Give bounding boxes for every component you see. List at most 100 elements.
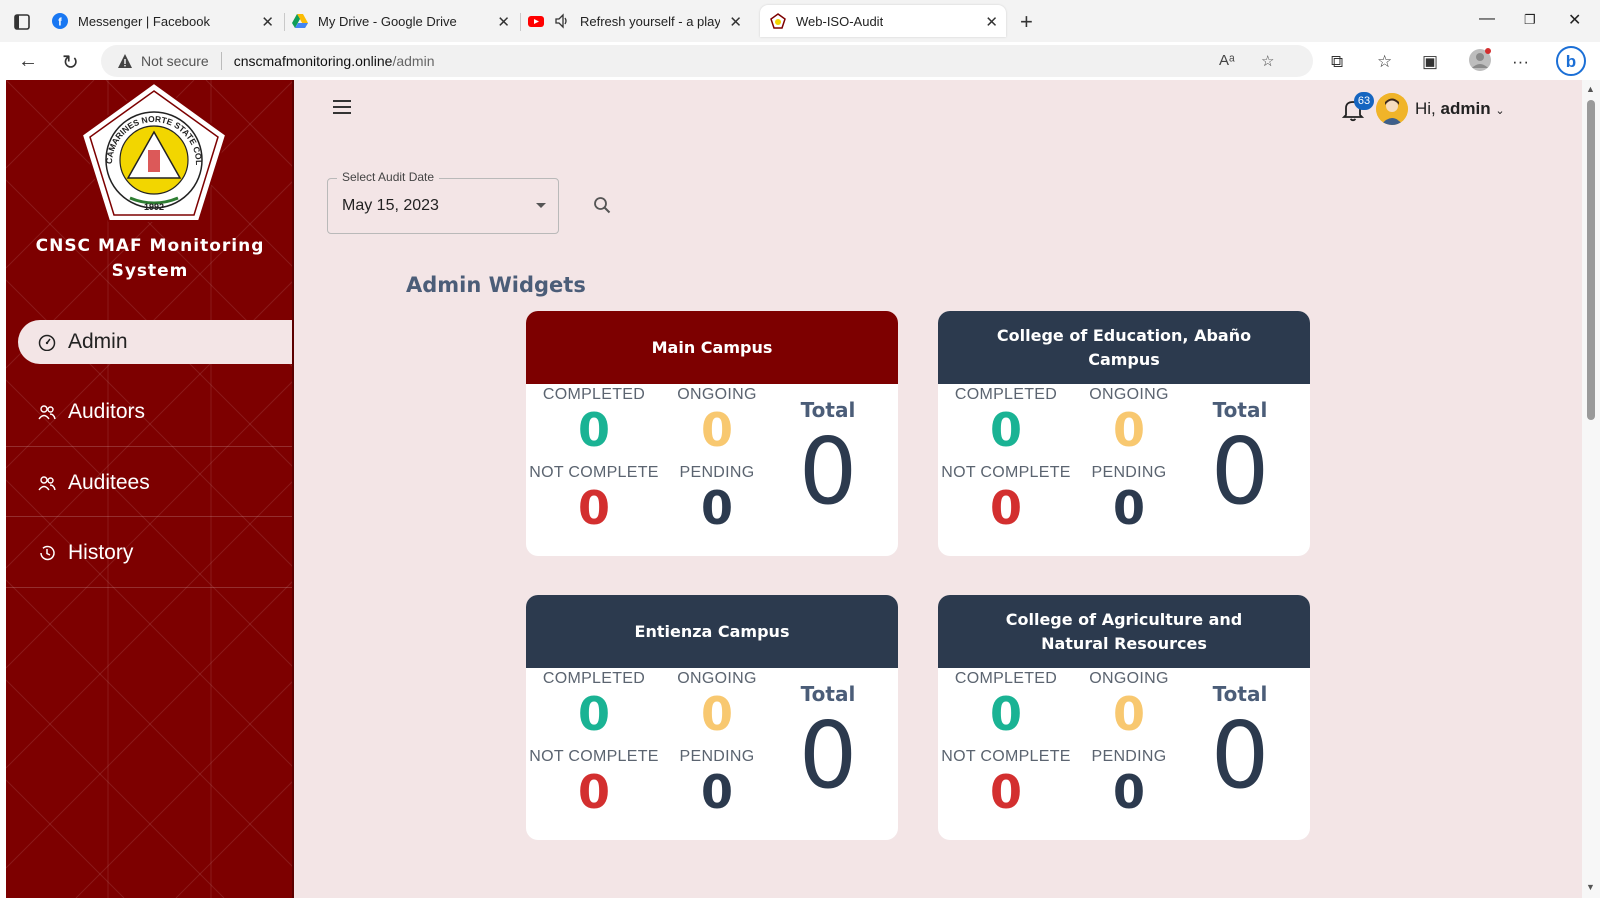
stat-label: PENDING <box>1091 464 1167 481</box>
stat-not-complete: NOT COMPLETE 0 <box>941 748 1071 818</box>
scroll-down-icon[interactable]: ▼ <box>1586 882 1595 892</box>
close-tab-icon[interactable]: ✕ <box>985 13 998 31</box>
stat-value: 0 <box>577 687 610 741</box>
menu-toggle-icon[interactable] <box>333 100 351 116</box>
total-value: 0 <box>1210 702 1270 809</box>
scrollbar-thumb[interactable] <box>1587 100 1595 420</box>
close-tab-icon[interactable]: ✕ <box>729 13 742 31</box>
read-aloud-icon[interactable]: Aᵃ <box>1219 52 1235 69</box>
tab-youtube-playlist[interactable]: Refresh yourself - a playlist ✕ <box>528 5 750 37</box>
security-label[interactable]: Not secure <box>141 53 209 69</box>
audit-date-select[interactable]: Select Audit Date May 15, 2023 <box>327 170 559 234</box>
search-icon[interactable] <box>593 196 611 214</box>
tab-web-iso-audit[interactable]: Web-ISO-Audit ✕ <box>760 5 1006 37</box>
add-favorite-icon[interactable]: ☆ <box>1261 52 1274 70</box>
history-icon <box>38 544 56 562</box>
stat-value: 0 <box>989 687 1022 741</box>
stat-label: ONGOING <box>1089 386 1169 403</box>
stat-total: Total 0 <box>1186 682 1294 806</box>
stat-label: ONGOING <box>677 386 757 403</box>
close-tab-icon[interactable]: ✕ <box>497 13 510 31</box>
youtube-icon <box>528 13 544 29</box>
stat-value: 0 <box>700 481 733 535</box>
campus-card-main: Main Campus COMPLETED 0 ONGOING 0 NOT COMP… <box>526 311 898 556</box>
favorites-icon[interactable]: ☆ <box>1377 52 1392 72</box>
sidebar-item-label: Auditors <box>68 400 146 423</box>
notification-badge: 63 <box>1354 92 1374 110</box>
stat-completed: COMPLETED 0 <box>529 670 659 740</box>
stat-label: NOT COMPLETE <box>529 464 659 481</box>
logo-year: 1992 <box>144 202 164 212</box>
brand-line-1: CNSC MAF Monitoring <box>35 236 265 256</box>
stat-completed: COMPLETED 0 <box>529 386 659 456</box>
widgets-title: Admin Widgets <box>406 273 586 297</box>
audit-date-value: May 15, 2023 <box>342 197 439 214</box>
stat-value: 0 <box>1112 481 1145 535</box>
dropdown-caret-icon <box>536 203 546 208</box>
sidebar-item-admin[interactable]: Admin <box>18 320 292 364</box>
speaker-icon[interactable] <box>554 13 570 29</box>
stat-total: Total 0 <box>774 398 882 522</box>
stat-value: 0 <box>989 765 1022 819</box>
minimize-icon[interactable]: — <box>1479 10 1495 28</box>
tab-google-drive[interactable]: My Drive - Google Drive ✕ <box>292 5 518 37</box>
new-tab-icon[interactable]: + <box>1020 9 1033 35</box>
campus-card-education-abano: College of Education, Abaño Campus COMPL… <box>938 311 1310 556</box>
more-options-icon[interactable]: ··· <box>1512 52 1529 72</box>
tab-title: My Drive - Google Drive <box>318 13 457 29</box>
stat-value: 0 <box>577 765 610 819</box>
profile-icon[interactable] <box>1468 48 1492 77</box>
sidebar-item-label: History <box>68 541 134 564</box>
browser-toolbar: ← ↻ Not secure cnscmafmonitoring.online /… <box>0 42 1600 80</box>
google-drive-icon <box>292 13 308 29</box>
stat-label: PENDING <box>679 748 755 765</box>
stat-label: NOT COMPLETE <box>941 748 1071 765</box>
close-window-icon[interactable]: ✕ <box>1568 10 1581 30</box>
user-menu[interactable]: Hi, admin ⌄ <box>1415 99 1505 119</box>
tab-messenger[interactable]: f Messenger | Facebook ✕ <box>52 5 282 37</box>
tab-actions-icon[interactable] <box>12 12 32 32</box>
stat-label: PENDING <box>1091 748 1167 765</box>
total-value: 0 <box>1210 418 1270 525</box>
stat-value: 0 <box>577 481 610 535</box>
stat-pending: PENDING 0 <box>1064 748 1194 818</box>
cnsc-logo: 1992 CAMARINES NORTE STATE COLLEGE <box>78 80 228 222</box>
stat-ongoing: ONGOING 0 <box>652 386 782 456</box>
back-icon[interactable]: ← <box>18 50 38 73</box>
stat-label: PENDING <box>679 464 755 481</box>
stat-label: COMPLETED <box>954 670 1058 687</box>
campus-card-header: College of Agriculture and Natural Resou… <box>938 595 1310 668</box>
username: admin <box>1440 99 1491 118</box>
sidebar-item-history[interactable]: History <box>18 531 292 575</box>
bing-copilot-icon[interactable]: b <box>1556 46 1586 81</box>
scroll-up-icon[interactable]: ▲ <box>1586 84 1595 94</box>
stat-label: ONGOING <box>677 670 757 687</box>
sidebar-item-label: Auditees <box>68 471 150 494</box>
url-path: /admin <box>392 53 435 69</box>
restore-icon[interactable]: ❐ <box>1524 12 1536 28</box>
avatar[interactable] <box>1376 93 1408 125</box>
svg-text:b: b <box>1566 52 1576 71</box>
page-scrollbar[interactable]: ▲ ▼ <box>1582 80 1600 898</box>
stat-label: ONGOING <box>1089 670 1169 687</box>
close-tab-icon[interactable]: ✕ <box>261 13 274 31</box>
stat-value: 0 <box>700 765 733 819</box>
users-icon <box>38 474 56 492</box>
extensions-icon[interactable]: ⧉ <box>1331 52 1343 72</box>
cnsc-logo-icon <box>770 13 786 29</box>
stat-not-complete: NOT COMPLETE 0 <box>529 748 659 818</box>
sidebar: 1992 CAMARINES NORTE STATE COLLEGE CNSC … <box>6 80 294 898</box>
tab-title: Refresh yourself - a playlist <box>580 13 720 29</box>
refresh-icon[interactable]: ↻ <box>62 50 79 75</box>
app-brand: CNSC MAF Monitoring System <box>6 234 292 284</box>
sidebar-item-auditees[interactable]: Auditees <box>18 461 292 505</box>
address-bar[interactable]: Not secure cnscmafmonitoring.online/admi… <box>101 45 1313 77</box>
collections-icon[interactable]: ▣ <box>1422 52 1438 72</box>
sidebar-item-auditors[interactable]: Auditors <box>18 390 292 434</box>
stat-ongoing: ONGOING 0 <box>1064 670 1194 740</box>
stat-value: 0 <box>1112 765 1145 819</box>
stat-completed: COMPLETED 0 <box>941 670 1071 740</box>
address-divider <box>220 52 222 70</box>
dashboard-icon <box>38 333 56 351</box>
campus-card-header: Entienza Campus <box>526 595 898 668</box>
